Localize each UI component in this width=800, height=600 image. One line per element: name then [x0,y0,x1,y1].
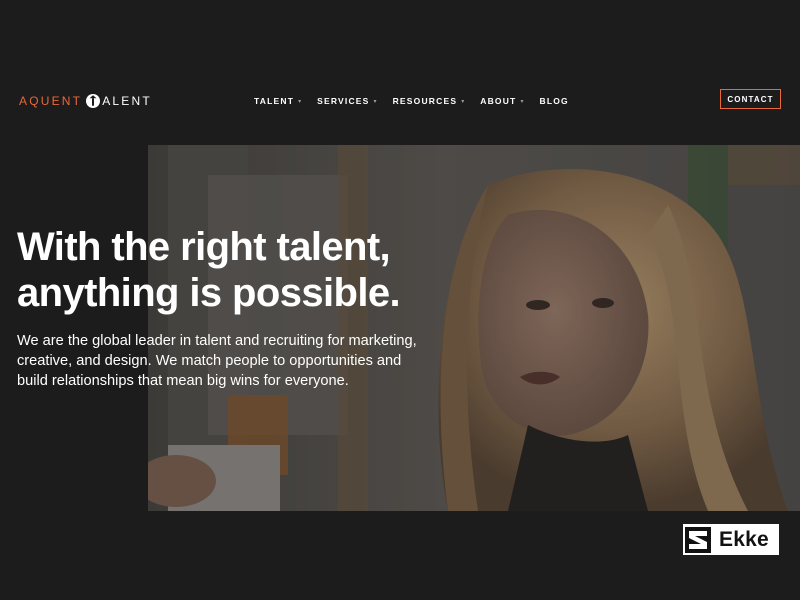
logo-word-aquent: AQUENT [19,94,83,108]
chevron-down-icon: ▾ [373,98,377,105]
chevron-down-icon: ▾ [298,98,302,105]
nav-item-blog[interactable]: BLOG [539,96,568,106]
hero-photo [148,145,800,511]
nav-item-resources[interactable]: RESOURCES ▾ [393,96,465,106]
chevron-down-icon: ▾ [461,98,465,105]
ekke-badge-text: Ekke [719,527,769,551]
nav-item-label: RESOURCES [392,96,458,106]
nav-item-label: ABOUT [480,96,517,106]
hero-headline-line1: With the right talent, [17,225,391,269]
nav-item-about[interactable]: ABOUT ▾ [480,96,523,106]
hero-photo-illustration [148,145,800,511]
brand-logo[interactable]: AQUENT ALENT [19,92,152,110]
logo-word-talent: ALENT [102,94,152,108]
hero-subtext: We are the global leader in talent and r… [17,333,417,389]
nav-item-services[interactable]: SERVICES ▾ [317,96,376,106]
contact-button[interactable]: CONTACT [720,89,781,109]
page: AQUENT ALENT TALENT ▾ SERVICES ▾ RESOURC… [0,0,800,600]
nav-item-label: BLOG [539,96,569,106]
ekke-logo-icon [685,526,711,553]
ekke-badge[interactable]: Ekke [683,524,779,555]
main-nav: TALENT ▾ SERVICES ▾ RESOURCES ▾ ABOUT ▾ … [254,93,569,109]
chevron-down-icon: ▾ [520,98,524,105]
nav-item-label: SERVICES [317,96,370,106]
hero-headline-line2: anything is possible. [17,271,401,315]
aquent-t-icon [86,94,101,108]
nav-item-label: TALENT [254,96,295,106]
hero-headline: With the right talent, anything is possi… [17,224,437,316]
nav-item-talent[interactable]: TALENT ▾ [254,96,301,106]
